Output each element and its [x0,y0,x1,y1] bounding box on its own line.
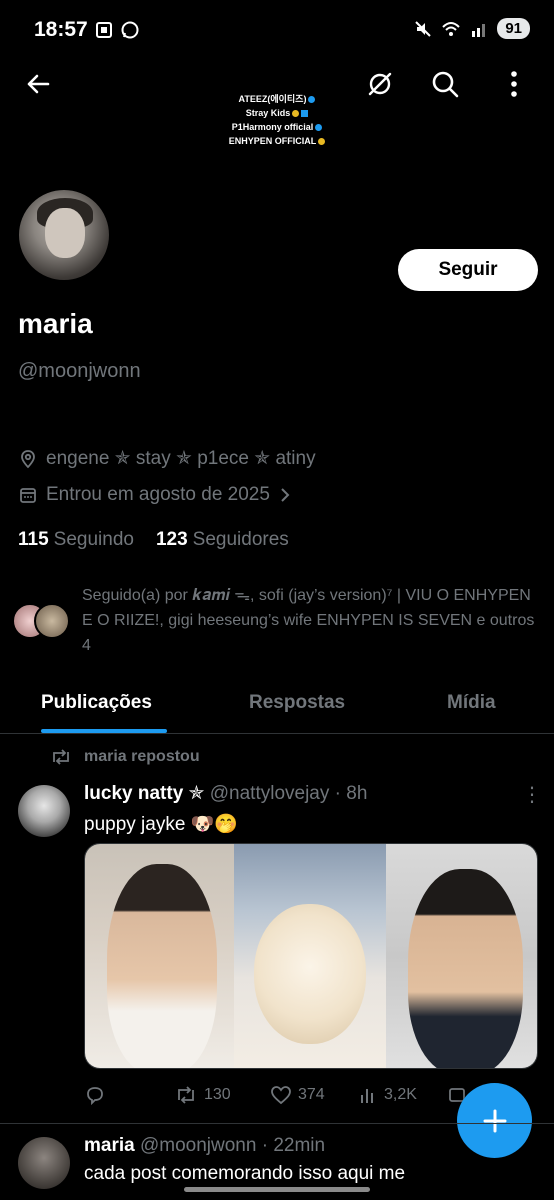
reply-icon [87,1087,103,1106]
more-vertical-icon [511,71,517,97]
profile-location: engene ✯ stay ✯ p1ece ✯ atiny [18,447,316,470]
post-author-avatar[interactable] [18,785,70,837]
profile-joined[interactable]: Entrou em agosto de 2025 [18,484,292,506]
post-text: puppy jayke 🐶🤭 [84,814,238,835]
status-time: 18:57 [34,18,88,41]
verified-square-icon [301,110,309,118]
signal-icon [472,23,486,37]
arrow-left-icon [27,74,50,94]
post-more-button[interactable]: ⋮ [522,782,542,807]
location-pin-icon [21,449,35,468]
compose-button[interactable] [457,1083,532,1158]
follow-button[interactable]: Seguir [398,249,538,291]
post-text: cada post comemorando isso aqui me [84,1163,406,1184]
banner-line: ATEEZ(에이티즈) [238,94,307,104]
banner-line: Stray Kids [245,108,291,118]
post-author-avatar[interactable] [18,1137,70,1189]
followers-label: Seguidores [192,529,289,550]
location-text: engene ✯ stay ✯ p1ece ✯ atiny [46,448,316,469]
joined-text: Entrou em agosto de 2025 [46,484,270,505]
heart-icon [271,1086,291,1105]
home-indicator[interactable] [184,1187,370,1192]
verified-icon [292,110,300,118]
post-author-name[interactable]: lucky natty ✯ [84,783,204,804]
grok-icon [368,72,392,96]
repost-label: maria repostou [84,748,200,765]
tab-replies[interactable]: Respostas [249,692,345,714]
banner-line: ENHYPEN OFFICIAL [228,136,317,146]
media-image [234,844,386,1068]
plus-icon [483,1109,506,1132]
wifi-icon [442,21,461,36]
media-image [385,844,537,1068]
banner-line: P1Harmony official [231,122,314,132]
following-count: 115 [18,529,49,550]
analytics-icon [361,1089,373,1103]
tab-media[interactable]: Mídia [447,692,496,714]
reply-button[interactable] [84,1084,174,1106]
whatsapp-icon [121,21,139,39]
tab-posts[interactable]: Publicações [41,692,152,714]
followers-count: 123 [155,529,188,550]
profile-avatar[interactable] [15,186,113,284]
mute-icon [415,20,432,37]
repost-icon [53,749,69,765]
post-divider [0,1123,554,1124]
search-icon [432,71,459,98]
more-options-button[interactable] [494,64,534,104]
view-count: 3,2K [384,1086,417,1103]
back-button[interactable] [18,64,58,104]
follower-avatar [34,603,70,639]
retweet-count: 130 [204,1086,231,1103]
post-media[interactable] [84,843,538,1069]
status-bar: 18:57 91 [0,0,554,62]
post-handle-time: @nattylovejay · 8h [209,783,368,804]
repost-indicator: maria repostou [50,748,200,766]
post-header: maria @moonjwonn · 22min [84,1135,325,1157]
like-button[interactable]: 374 [270,1084,358,1106]
profile-name: maria [18,308,93,339]
profile-tabs: Publicações Respostas Mídia [0,682,554,734]
post-handle-time: @moonjwonn · 22min [139,1135,326,1156]
screenshot-icon [96,22,112,38]
post-author-name[interactable]: maria [84,1135,135,1156]
verified-icon [315,124,323,132]
followed-by-text: Seguido(a) por 𝒌𝒂𝒎𝒊 ᯓ, sofi (jay’s versi… [82,587,535,654]
profile-handle: @moonjwonn [18,360,141,382]
active-tab-indicator [41,729,167,733]
retweet-button[interactable]: 130 [174,1084,270,1106]
verified-icon [318,138,326,146]
views-button[interactable]: 3,2K [358,1084,448,1106]
following-label: Seguindo [53,529,134,550]
media-image [85,844,235,1068]
verified-icon [308,96,316,104]
battery-indicator: 91 [497,18,530,39]
followers-link[interactable]: 123 Seguidores [156,529,289,551]
like-count: 374 [298,1086,325,1103]
search-button[interactable] [425,64,465,104]
following-link[interactable]: 115 Seguindo [18,529,134,551]
retweet-icon [178,1086,194,1104]
chevron-right-icon [281,488,290,502]
grok-button[interactable] [360,64,400,104]
follow-counts: 115 Seguindo 123 Seguidores [18,529,289,551]
banner-text: ATEEZ(에이티즈) Stray Kids P1Harmony officia… [212,92,342,148]
post-header: lucky natty ✯ @nattylovejay · 8h [84,782,367,805]
calendar-icon [20,488,36,503]
